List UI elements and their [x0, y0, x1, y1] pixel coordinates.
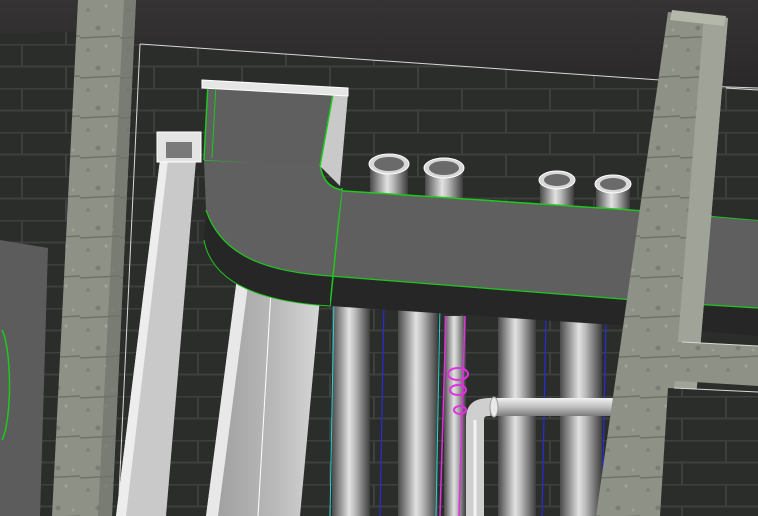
3d-scene[interactable]	[0, 0, 758, 516]
magenta-pipe[interactable]	[439, 315, 469, 516]
left-wall-panel[interactable]	[0, 240, 48, 516]
right-lower-wall	[660, 388, 758, 516]
model-viewport[interactable]	[0, 0, 758, 516]
right-beam[interactable]	[630, 340, 758, 386]
narrow-shaft-opening	[166, 142, 192, 158]
